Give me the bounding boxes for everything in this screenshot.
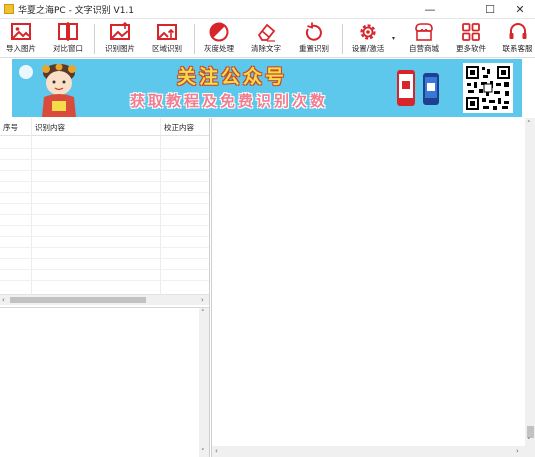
banner-decoration bbox=[19, 65, 33, 79]
toolbar: 导入图片 对比窗口 识别图片 区域识别 灰度处理 清除文字 重置识别 设置/激活… bbox=[0, 20, 535, 58]
scroll-down-arrow-icon[interactable]: ˅ bbox=[201, 447, 205, 457]
image-icon bbox=[11, 23, 31, 40]
scroll-left-arrow-icon[interactable]: ‹ bbox=[215, 446, 218, 456]
promo-banner[interactable]: 关注公众号 获取教程及免费识别次数 bbox=[12, 59, 522, 117]
table-row bbox=[0, 269, 209, 270]
scroll-right-arrow-icon[interactable]: › bbox=[201, 295, 204, 305]
store-label: 自营商城 bbox=[409, 44, 439, 53]
region-image-icon bbox=[157, 24, 177, 40]
table-row bbox=[0, 203, 209, 204]
maximize-button[interactable]: ☐ bbox=[475, 0, 505, 18]
gear-icon bbox=[360, 24, 376, 40]
contact-support-button[interactable]: 联系客服 bbox=[500, 21, 535, 57]
table-row bbox=[0, 159, 209, 160]
clear-text-label: 清除文字 bbox=[251, 44, 281, 53]
region-recognize-label: 区域识别 bbox=[152, 44, 182, 53]
more-software-button[interactable]: 更多软件 bbox=[454, 21, 488, 57]
headset-icon bbox=[509, 23, 526, 39]
table-row bbox=[0, 280, 209, 281]
re-recognize-button[interactable]: 重置识别 bbox=[297, 21, 331, 57]
apps-grid-icon bbox=[462, 23, 480, 41]
split-window-icon bbox=[58, 22, 78, 41]
text-area-vertical-scrollbar[interactable]: ˄ ˅ bbox=[199, 308, 209, 457]
table-row bbox=[0, 181, 209, 182]
store-icon bbox=[415, 23, 433, 41]
import-image-button[interactable]: 导入图片 bbox=[4, 21, 38, 57]
compare-window-button[interactable]: 对比窗口 bbox=[51, 21, 85, 57]
store-button[interactable]: 自营商城 bbox=[406, 21, 442, 57]
table-horizontal-scrollbar[interactable]: ‹ › bbox=[0, 294, 209, 305]
close-button[interactable]: ✕ bbox=[505, 0, 535, 18]
scroll-right-arrow-icon[interactable]: › bbox=[516, 446, 519, 456]
eraser-icon bbox=[257, 23, 276, 42]
table-row bbox=[0, 148, 209, 149]
table-row bbox=[0, 192, 209, 193]
settings-dropdown-arrow[interactable]: ▾ bbox=[392, 35, 395, 42]
scroll-down-arrow-icon[interactable]: ˅ bbox=[527, 436, 531, 446]
column-divider bbox=[31, 118, 32, 294]
table-row bbox=[0, 214, 209, 215]
result-table[interactable]: 序号 识别内容 校正内容 bbox=[0, 118, 209, 294]
image-upload-icon bbox=[110, 21, 130, 40]
banner-headline: 关注公众号 bbox=[177, 66, 288, 88]
grayscale-button[interactable]: 灰度处理 bbox=[202, 21, 236, 57]
preview-vertical-scrollbar[interactable]: ˄ ˅ bbox=[525, 118, 535, 457]
title-bar: 华夏之海PC - 文字识别 V1.1 — ☐ ✕ bbox=[0, 0, 535, 19]
import-image-label: 导入图片 bbox=[6, 44, 36, 53]
minimize-button[interactable]: — bbox=[415, 0, 445, 18]
banner-subheadline: 获取教程及免费识别次数 bbox=[130, 92, 329, 110]
grayscale-label: 灰度处理 bbox=[204, 44, 234, 53]
corrected-text-area[interactable]: ˄ ˅ bbox=[0, 307, 209, 457]
contrast-icon bbox=[209, 22, 229, 42]
recognize-image-button[interactable]: 识别图片 bbox=[103, 21, 137, 57]
table-row bbox=[0, 247, 209, 248]
app-icon bbox=[4, 4, 14, 14]
clear-text-button[interactable]: 清除文字 bbox=[249, 21, 283, 57]
table-row bbox=[0, 258, 209, 259]
compare-window-label: 对比窗口 bbox=[53, 44, 83, 53]
contact-support-label: 联系客服 bbox=[502, 44, 533, 53]
toolbar-separator bbox=[194, 24, 195, 54]
scroll-up-arrow-icon[interactable]: ˄ bbox=[527, 119, 531, 129]
toolbar-separator bbox=[342, 24, 343, 54]
column-header-index[interactable]: 序号 bbox=[3, 122, 18, 133]
recognize-image-label: 识别图片 bbox=[105, 44, 135, 53]
qr-code bbox=[463, 63, 513, 113]
qr-code-icon bbox=[466, 66, 510, 110]
region-recognize-button[interactable]: 区域识别 bbox=[150, 21, 184, 57]
re-recognize-label: 重置识别 bbox=[299, 44, 329, 53]
mascot-character-icon bbox=[42, 63, 76, 117]
phone-icon bbox=[397, 70, 415, 106]
image-preview-pane[interactable]: ˄ ˅ ‹ › bbox=[211, 118, 535, 457]
table-row bbox=[0, 170, 209, 171]
column-divider bbox=[160, 118, 161, 294]
settings-button[interactable]: 设置/激活 bbox=[350, 21, 386, 57]
scrollbar-thumb[interactable] bbox=[10, 297, 146, 303]
left-pane: 序号 识别内容 校正内容 ‹ › ˄ ˅ bbox=[0, 118, 210, 457]
more-software-label: 更多软件 bbox=[456, 44, 486, 53]
table-row bbox=[0, 236, 209, 237]
table-row bbox=[0, 225, 209, 226]
scroll-up-arrow-icon[interactable]: ˄ bbox=[201, 308, 205, 318]
column-header-corrected[interactable]: 校正内容 bbox=[164, 122, 194, 133]
phone-icon bbox=[423, 73, 439, 105]
toolbar-separator bbox=[94, 24, 95, 54]
preview-horizontal-scrollbar[interactable]: ‹ › bbox=[212, 446, 525, 457]
scroll-left-arrow-icon[interactable]: ‹ bbox=[2, 295, 5, 305]
settings-label: 设置/激活 bbox=[351, 44, 385, 53]
column-header-recognized[interactable]: 识别内容 bbox=[35, 122, 65, 133]
refresh-icon bbox=[305, 22, 322, 41]
window-title: 华夏之海PC - 文字识别 V1.1 bbox=[18, 6, 135, 16]
